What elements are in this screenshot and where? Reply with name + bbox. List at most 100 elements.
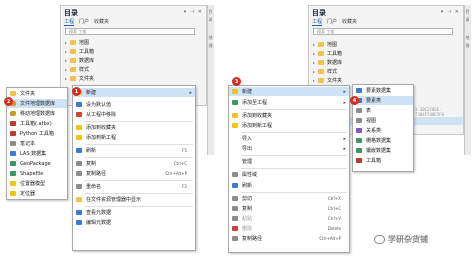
submenu-item-notebook[interactable]: 笔记本 [7, 139, 67, 148]
folder-icon [70, 49, 76, 54]
submenu-item-folder[interactable]: 文件夹 [7, 89, 67, 98]
tree-item-styles[interactable]: ▸ 样式 [313, 67, 337, 76]
menu-item-paste[interactable]: 粘贴 Ctrl+V [229, 214, 349, 223]
feature-dataset-icon [356, 88, 362, 93]
left-screenshot: 目录 ▾ ⊣ ✕ 工程 门户 收藏夹 搜索 工程 ▸ 地图 ▸ 工具箱 ▸ 数据库 ▸… [0, 0, 214, 261]
tab-project[interactable]: 工程 [312, 18, 323, 26]
tab-portal[interactable]: 门户 [327, 18, 337, 26]
shapefile-icon [10, 171, 16, 176]
menu-item-add-new-project[interactable]: 添加到新工程 [73, 133, 195, 142]
copy-path-icon [232, 236, 238, 241]
menu-item-new[interactable]: 新建 ▸ [73, 88, 195, 97]
folder-icon [70, 58, 76, 63]
submenu-item-file-gdb[interactable]: 文件地理数据库 [7, 99, 67, 108]
pane-controls[interactable]: ▾ ⊣ ✕ [441, 9, 460, 15]
context-menu: 新建 ▸ 设为默认值 从工程中移除 添加到收藏夹 添加到新工程 刷新 F5 复制 Ct… [72, 85, 196, 251]
menu-item-rename[interactable]: 重命名 F2 [73, 182, 195, 191]
tab-project[interactable]: 工程 [64, 18, 75, 26]
menu-item-export[interactable]: 导出 ▸ [229, 144, 349, 153]
submenu-item-feature-class[interactable]: 要素类 [353, 96, 413, 105]
menu-item-manage[interactable]: 管理 [229, 157, 349, 166]
catalog-title: 目录 [64, 9, 78, 17]
menu-item-add-to-project[interactable]: 添加至工程 ▸ [229, 98, 349, 107]
menu-item-remove[interactable]: 从工程中移除 [73, 110, 195, 119]
rename-icon [76, 184, 82, 189]
remove-icon [76, 112, 82, 117]
menu-item-domains[interactable]: 属性域 [229, 170, 349, 179]
tree-item-folders[interactable]: ▸ 文件夹 [65, 74, 94, 83]
raster-dataset-icon [356, 138, 362, 143]
table-icon [356, 108, 362, 113]
menu-item-copy-path[interactable]: 复制路径 Ctrl+Alt+P [73, 169, 195, 178]
menu-item-add-favorite[interactable]: 添加到收藏夹 [229, 111, 349, 120]
tab-portal[interactable]: 门户 [79, 18, 89, 26]
submenu-item-shapefile[interactable]: Shapefile [7, 169, 67, 178]
add-icon [232, 100, 238, 105]
catalog-tree: ▸ 地图 ▸ 工具箱 ▸ 数据库 ▸ 样式 ▸ 文件夹 [313, 40, 423, 90]
geopackage-icon [10, 161, 16, 166]
tab-favorites[interactable]: 收藏夹 [342, 18, 357, 26]
toolbox-icon [356, 158, 362, 163]
submenu-item-raster-dataset[interactable]: 栅格数据集 [353, 136, 413, 145]
submenu-item-locator[interactable]: 定位器 [7, 189, 67, 198]
menu-item-cut[interactable]: 剪切 Ctrl+X [229, 194, 349, 203]
submenu-item-feature-dataset[interactable]: 要素数据集 [353, 86, 413, 95]
folder-icon [70, 40, 76, 45]
submenu-item-view[interactable]: 视图 [353, 116, 413, 125]
submenu-item-table[interactable]: 表 [353, 106, 413, 115]
menu-item-add-new-project[interactable]: 添加到新工程 [229, 121, 349, 130]
submenu-item-locator-model[interactable]: 位置器模型 [7, 179, 67, 188]
side-panel-strip: 目 录 地 理 [207, 5, 214, 155]
submenu-item-toolbox[interactable]: 工具箱 [353, 156, 413, 165]
python-toolbox-icon [10, 131, 16, 136]
menu-item-refresh[interactable]: 刷新 F5 [73, 146, 195, 155]
tree-item-toolboxes[interactable]: ▸ 工具箱 [65, 47, 94, 56]
menu-item-copy[interactable]: 复制 Ctrl+C [229, 204, 349, 213]
folder-icon [318, 51, 324, 56]
tree-item-styles[interactable]: ▸ 样式 [65, 65, 89, 74]
menu-item-refresh[interactable]: 刷新 [229, 181, 349, 190]
catalog-tabs: 工程 门户 收藏夹 [64, 18, 109, 26]
submenu-item-mobile-gdb[interactable]: 移动地理数据库 [7, 109, 67, 118]
wechat-icon [374, 235, 385, 244]
search-input[interactable]: 搜索 工程 [313, 28, 453, 35]
menu-item-show-in-explorer[interactable]: 在文件资源管理器中显示 [73, 195, 195, 204]
submenu-item-python-toolbox[interactable]: Python 工具箱 [7, 129, 67, 138]
star-icon [232, 113, 238, 118]
tree-item-databases[interactable]: ▸ 数据库 [313, 58, 342, 67]
submenu-arrow-icon: ▸ [343, 99, 346, 106]
copy-icon [76, 161, 82, 166]
menu-item-copy-path[interactable]: 复制路径 Ctrl+Alt+P [229, 234, 349, 243]
tree-item-maps[interactable]: ▸ 地图 [65, 38, 89, 47]
refresh-icon [232, 183, 238, 188]
menu-item-edit-metadata[interactable]: 编辑元数据 [73, 218, 195, 227]
step-badge-1: 1 [72, 87, 81, 96]
metadata-icon [76, 210, 82, 215]
submenu-item-geopackage[interactable]: GeoPackage [7, 159, 67, 168]
pane-controls[interactable]: ▾ ⊣ ✕ [184, 9, 203, 15]
tree-item-databases[interactable]: ▸ 数据库 [65, 56, 94, 65]
menu-item-import[interactable]: 导入 ▸ [229, 134, 349, 143]
menu-item-add-favorite[interactable]: 添加到收藏夹 [73, 123, 195, 132]
home-icon [76, 102, 82, 107]
submenu-item-mosaic-dataset[interactable]: 镶嵌数据集 [353, 146, 413, 155]
las-dataset-icon [10, 151, 16, 156]
copy-icon [232, 206, 238, 211]
menu-item-copy[interactable]: 复制 Ctrl+C [73, 159, 195, 168]
submenu-item-las[interactable]: LAS 数据集 [7, 149, 67, 158]
new-submenu: 要素数据集 要素类 表 视图 关系类 栅格数据集 镶嵌数据集 工具箱 [352, 84, 414, 172]
submenu-item-toolbox[interactable]: 工具箱(.atbx) [7, 119, 67, 128]
menu-item-delete[interactable]: 删除 Delete [229, 224, 349, 233]
submenu-item-relationship-class[interactable]: 关系类 [353, 126, 413, 135]
locator-model-icon [10, 181, 16, 186]
tab-favorites[interactable]: 收藏夹 [94, 18, 109, 26]
submenu-arrow-icon: ▸ [189, 89, 192, 96]
tree-item-maps[interactable]: ▸ 地图 [313, 40, 337, 49]
tree-item-folders[interactable]: ▸ 文件夹 [313, 76, 342, 85]
menu-item-set-default[interactable]: 设为默认值 [73, 100, 195, 109]
cut-icon [232, 196, 238, 201]
tree-item-toolboxes[interactable]: ▸ 工具箱 [313, 49, 342, 58]
menu-item-view-metadata[interactable]: 查看元数据 [73, 208, 195, 217]
menu-item-new[interactable]: 新建 ▸ [229, 87, 349, 96]
search-input[interactable]: 搜索 工程 [65, 28, 195, 35]
